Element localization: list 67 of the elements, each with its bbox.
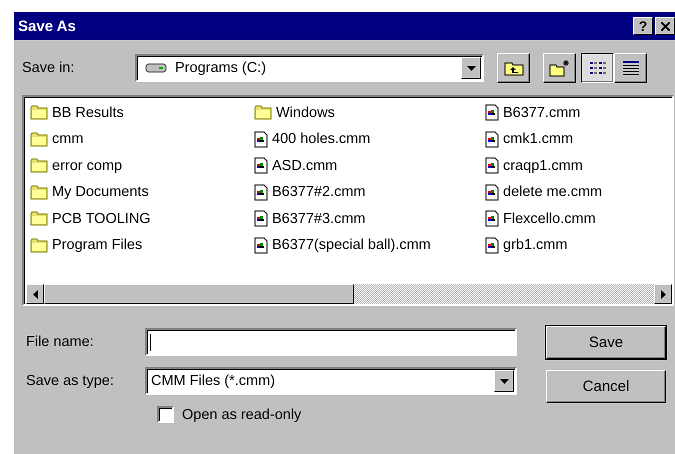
new-folder-button[interactable] <box>543 53 576 83</box>
file-item[interactable]: delete me.cmm <box>485 180 602 204</box>
left-arrow-icon <box>32 290 38 298</box>
close-icon <box>660 22 670 30</box>
file-item[interactable]: B6377.cmm <box>485 101 602 124</box>
dropdown-arrow-icon <box>466 66 476 70</box>
folder-item[interactable]: Windows <box>254 101 485 124</box>
close-button[interactable] <box>655 17 675 35</box>
folder-item[interactable]: BB Results <box>30 101 254 124</box>
read-only-checkbox[interactable] <box>157 406 174 423</box>
scroll-right-button[interactable] <box>654 284 672 304</box>
folder-item[interactable]: cmm <box>30 128 254 151</box>
folder-icon <box>254 105 272 120</box>
folder-icon <box>30 132 48 147</box>
file-item[interactable]: Flexcello.cmm <box>485 207 602 230</box>
dropdown-arrow-icon <box>500 378 508 384</box>
file-name-field[interactable] <box>145 328 517 356</box>
document-icon <box>485 210 499 228</box>
list-view-icon <box>588 60 606 76</box>
dialog-button[interactable]: Save <box>546 326 666 359</box>
folder-icon <box>30 184 48 200</box>
window-title: Save As <box>18 18 76 34</box>
horizontal-scrollbar[interactable] <box>26 284 672 304</box>
document-icon <box>485 236 499 254</box>
document-icon <box>485 157 499 174</box>
document-icon <box>485 130 499 148</box>
folder-item[interactable]: My Documents <box>30 180 254 204</box>
help-button[interactable]: ? <box>633 17 653 35</box>
file-item[interactable]: cmk1.cmm <box>485 128 602 151</box>
list-view-button[interactable] <box>581 53 614 83</box>
details-view-button[interactable] <box>614 53 647 83</box>
folder-icon <box>30 158 48 174</box>
dialog-button[interactable]: Cancel <box>546 370 666 403</box>
right-arrow-icon <box>660 290 666 298</box>
details-view-icon <box>622 60 640 76</box>
document-icon <box>485 184 499 201</box>
folder-item[interactable]: error comp <box>30 154 254 178</box>
save-in-label: Save in: <box>22 60 76 76</box>
document-icon <box>254 210 268 228</box>
scroll-left-button[interactable] <box>26 284 44 304</box>
file-item[interactable]: B6377#3.cmm <box>254 207 485 230</box>
document-icon <box>485 104 499 122</box>
folder-icon <box>30 238 48 253</box>
save-as-type-label: Save as type: <box>26 373 115 389</box>
document-icon <box>254 184 268 201</box>
drive-icon <box>145 62 167 74</box>
folder-icon <box>30 211 48 226</box>
up-folder-button[interactable] <box>497 53 530 83</box>
file-item[interactable]: craqp1.cmm <box>485 154 602 178</box>
new-folder-icon <box>548 59 570 77</box>
save-in-dropdown[interactable]: Programs (C:) <box>135 54 484 82</box>
folder-item[interactable]: Program Files <box>30 234 254 257</box>
save-as-type-dropdown[interactable]: CMM Files (*.cmm) <box>145 367 517 395</box>
file-item[interactable]: B6377(special ball).cmm <box>254 234 485 257</box>
scrollbar-thumb[interactable] <box>44 284 354 304</box>
file-name-label: File name: <box>26 334 95 350</box>
document-icon <box>254 157 268 174</box>
file-item[interactable]: 400 holes.cmm <box>254 128 485 151</box>
folder-icon <box>30 105 48 120</box>
file-item[interactable]: ASD.cmm <box>254 154 485 178</box>
document-icon <box>254 236 268 254</box>
up-folder-icon <box>504 60 524 76</box>
read-only-label: Open as read-only <box>182 406 302 422</box>
file-item[interactable]: grb1.cmm <box>485 234 602 257</box>
file-item[interactable]: B6377#2.cmm <box>254 180 485 204</box>
document-icon <box>254 130 268 148</box>
folder-item[interactable]: PCB TOOLING <box>30 207 254 230</box>
